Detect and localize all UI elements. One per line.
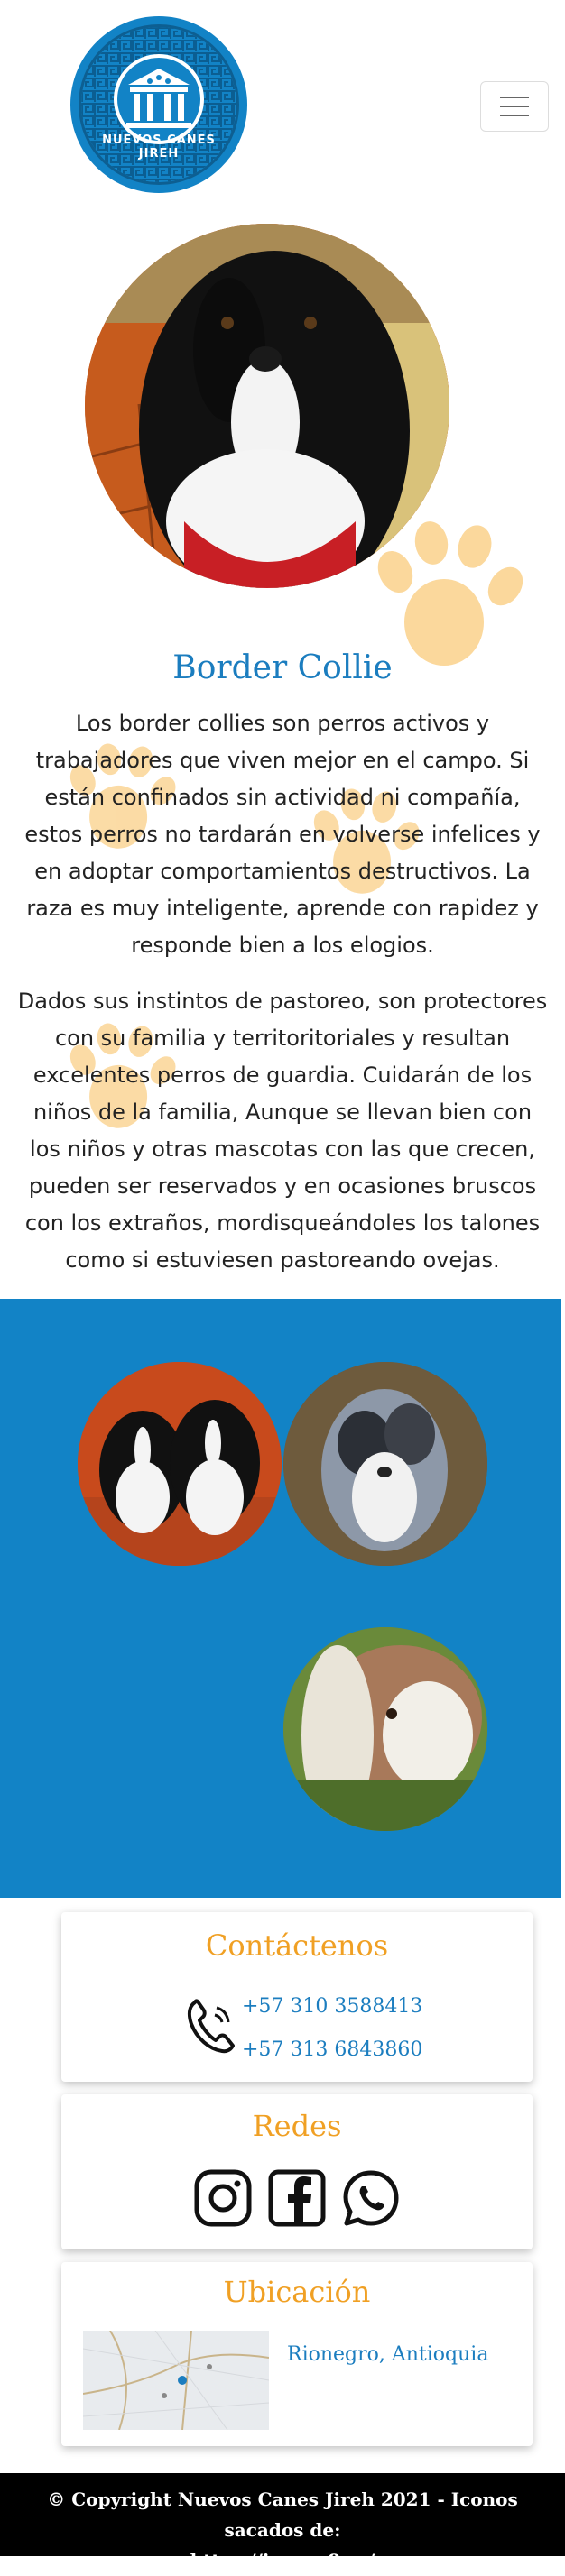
menu-bar xyxy=(500,97,529,98)
puppy-gallery xyxy=(0,1299,561,1898)
logo-text: NUEVOS CANES JIREH xyxy=(102,133,216,161)
brand-logo[interactable]: NUEVOS CANES JIREH xyxy=(70,16,247,193)
logo-emblem: NUEVOS CANES JIREH xyxy=(79,24,239,185)
phone-icon xyxy=(187,1999,235,2054)
copyright-text: © Copyright Nuevos Canes Jireh 2021 - Ic… xyxy=(47,2489,518,2541)
gallery-photo-aussie-puppy[interactable] xyxy=(283,1362,487,1566)
location-card: Ubicación Rionegro, Antioquia xyxy=(61,2262,533,2446)
footer: © Copyright Nuevos Canes Jireh 2021 - Ic… xyxy=(0,2473,565,2571)
instagram-icon[interactable] xyxy=(193,2168,253,2228)
gallery-photo-puppies[interactable] xyxy=(78,1362,282,1566)
location-link[interactable]: Rionegro, Antioquia xyxy=(287,2343,488,2366)
menu-bar xyxy=(500,106,529,107)
whatsapp-icon[interactable] xyxy=(341,2168,401,2228)
location-title: Ubicación xyxy=(223,2275,371,2309)
breed-description-1: Los border collies son perros activos y … xyxy=(24,711,541,958)
footer-text: © Copyright Nuevos Canes Jireh 2021 - Ic… xyxy=(9,2484,556,2576)
phone-link-2[interactable]: +57 313 6843860 xyxy=(242,2038,422,2061)
contact-title: Contáctenos xyxy=(205,1928,389,1963)
gallery-photo-red-merle-puppy[interactable] xyxy=(283,1627,487,1831)
phone-link-1[interactable]: +57 310 3588413 xyxy=(242,1995,422,2018)
menu-toggle-button[interactable] xyxy=(480,81,549,132)
contact-card: Contáctenos +57 310 3588413 +57 313 6843… xyxy=(61,1912,533,2082)
breed-title: Border Collie xyxy=(172,649,393,686)
icons-source-link[interactable]: https://iconos8.es/ xyxy=(190,2550,375,2571)
social-card: Redes xyxy=(61,2094,533,2249)
menu-bar xyxy=(500,115,529,116)
location-map[interactable] xyxy=(83,2331,269,2430)
page: NUEVOS CANES JIREH Border Collie Los bor… xyxy=(0,0,565,2571)
social-title: Redes xyxy=(252,2109,342,2143)
breed-description-2: Dados sus instintos de pastoreo, son pro… xyxy=(17,989,548,1273)
facebook-icon[interactable] xyxy=(267,2168,327,2228)
